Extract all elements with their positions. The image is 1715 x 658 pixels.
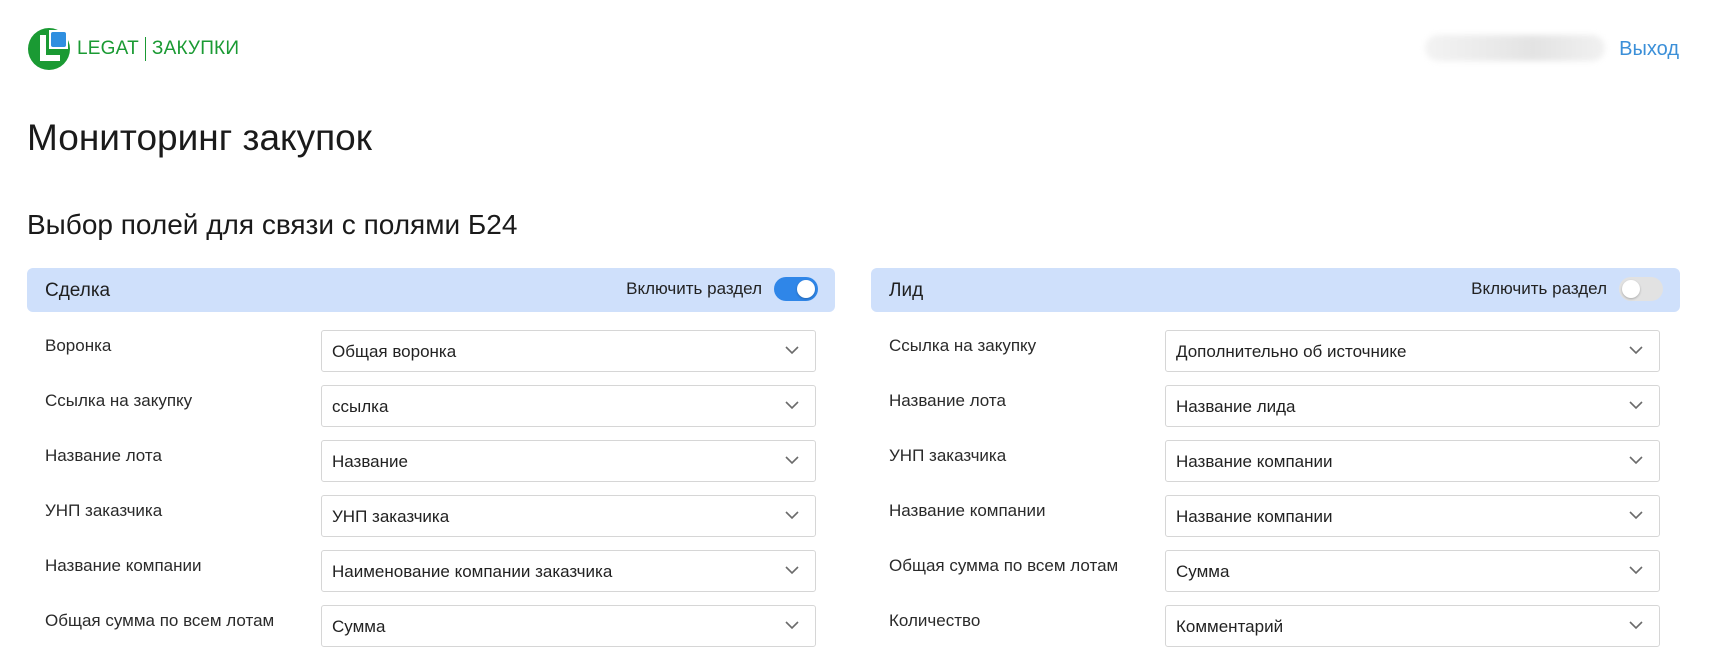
field-label: УНП заказчика: [45, 501, 163, 520]
logo-text: LEGAT ЗАКУПКИ: [77, 37, 239, 61]
select-value: Общая воронка: [332, 342, 457, 361]
select-value: Название компании: [1176, 507, 1333, 526]
field-label: Название компании: [889, 501, 1046, 520]
select-value: Название: [332, 452, 408, 471]
toggle-knob: [797, 280, 815, 298]
field-select[interactable]: Комментарий: [1165, 605, 1660, 647]
chevron-down-icon: [1629, 346, 1643, 355]
chevron-down-icon: [1629, 401, 1643, 410]
select-value: Название компании: [1176, 452, 1333, 471]
field-row: Общая сумма по всем лотам Сумма: [871, 532, 1680, 592]
field-row: Ссылка на закупку ссылка: [27, 367, 835, 427]
deal-panel: Сделка Включить раздел Воронка Общая вор…: [27, 268, 835, 647]
deal-field-list: Воронка Общая воронка Ссылка на закупку …: [27, 312, 835, 647]
chevron-down-icon: [785, 346, 799, 355]
deal-enable-control: Включить раздел: [626, 277, 818, 301]
chevron-down-icon: [785, 511, 799, 520]
deal-panel-header: Сделка Включить раздел: [27, 268, 835, 312]
lead-panel-header: Лид Включить раздел: [871, 268, 1680, 312]
field-row: Название компании Название компании: [871, 477, 1680, 537]
field-row: УНП заказчика Название компании: [871, 422, 1680, 482]
lead-panel: Лид Включить раздел Ссылка на закупку До…: [871, 268, 1680, 647]
lead-panel-title: Лид: [889, 280, 924, 301]
select-value: УНП заказчика: [332, 507, 450, 526]
field-row: Название лота Название лида: [871, 367, 1680, 427]
chevron-down-icon: [785, 621, 799, 630]
chevron-down-icon: [785, 456, 799, 465]
field-select[interactable]: Дополнительно об источнике: [1165, 330, 1660, 372]
field-row: Название лота Название: [27, 422, 835, 482]
field-select[interactable]: Название: [321, 440, 816, 482]
select-value: Дополнительно об источнике: [1176, 342, 1407, 361]
field-row: Общая сумма по всем лотам Сумма: [27, 587, 835, 647]
field-row: Название компании Наименование компании …: [27, 532, 835, 592]
logo-product: ЗАКУПКИ: [151, 38, 240, 59]
page-title: Мониторинг закупок: [27, 117, 372, 158]
select-value: Сумма: [1176, 562, 1230, 581]
field-row: Количество Комментарий: [871, 587, 1680, 647]
toggle-knob: [1622, 280, 1640, 298]
logo-brand: LEGAT: [77, 38, 139, 59]
select-value: Сумма: [332, 617, 386, 636]
field-select[interactable]: Сумма: [1165, 550, 1660, 592]
lead-enable-toggle[interactable]: [1619, 277, 1663, 301]
field-label: Количество: [889, 611, 981, 630]
field-label: Ссылка на закупку: [45, 391, 193, 410]
field-label: Общая сумма по всем лотам: [45, 611, 275, 630]
chevron-down-icon: [1629, 511, 1643, 520]
select-value: Название лида: [1176, 397, 1296, 416]
lead-field-list: Ссылка на закупку Дополнительно об источ…: [871, 312, 1680, 647]
field-select[interactable]: ссылка: [321, 385, 816, 427]
field-select[interactable]: Наименование компании заказчика: [321, 550, 816, 592]
field-row: Ссылка на закупку Дополнительно об источ…: [871, 312, 1680, 372]
field-row: УНП заказчика УНП заказчика: [27, 477, 835, 537]
field-label: УНП заказчика: [889, 446, 1007, 465]
section-title: Выбор полей для связи с полями Б24: [27, 209, 518, 240]
user-name-blurred: [1425, 35, 1605, 61]
field-select[interactable]: Название лида: [1165, 385, 1660, 427]
field-select[interactable]: Название компании: [1165, 495, 1660, 537]
field-select[interactable]: Общая воронка: [321, 330, 816, 372]
chevron-down-icon: [785, 401, 799, 410]
deal-enable-toggle[interactable]: [774, 277, 818, 301]
field-label: Воронка: [45, 336, 112, 355]
chevron-down-icon: [1629, 566, 1643, 575]
app-header: LEGAT ЗАКУПКИ Выход: [0, 0, 1715, 100]
logo[interactable]: LEGAT ЗАКУПКИ: [27, 27, 239, 71]
select-value: Комментарий: [1176, 617, 1284, 636]
select-value: ссылка: [332, 397, 389, 416]
deal-panel-title: Сделка: [45, 280, 111, 301]
chevron-down-icon: [785, 566, 799, 575]
field-label: Общая сумма по всем лотам: [889, 556, 1119, 575]
field-select[interactable]: УНП заказчика: [321, 495, 816, 537]
field-select[interactable]: Сумма: [321, 605, 816, 647]
lead-enable-control: Включить раздел: [1471, 277, 1663, 301]
chevron-down-icon: [1629, 456, 1643, 465]
deal-enable-label: Включить раздел: [626, 279, 762, 298]
logout-link[interactable]: Выход: [1619, 38, 1679, 61]
field-label: Ссылка на закупку: [889, 336, 1037, 355]
field-label: Название лота: [889, 391, 1006, 410]
field-row: Воронка Общая воронка: [27, 312, 835, 372]
lead-enable-label: Включить раздел: [1471, 279, 1607, 298]
field-label: Название лота: [45, 446, 162, 465]
logo-divider: [144, 37, 146, 61]
legat-logo-icon: [28, 28, 70, 70]
chevron-down-icon: [1629, 621, 1643, 630]
select-value: Наименование компании заказчика: [332, 562, 613, 581]
field-select[interactable]: Название компании: [1165, 440, 1660, 482]
field-label: Название компании: [45, 556, 202, 575]
